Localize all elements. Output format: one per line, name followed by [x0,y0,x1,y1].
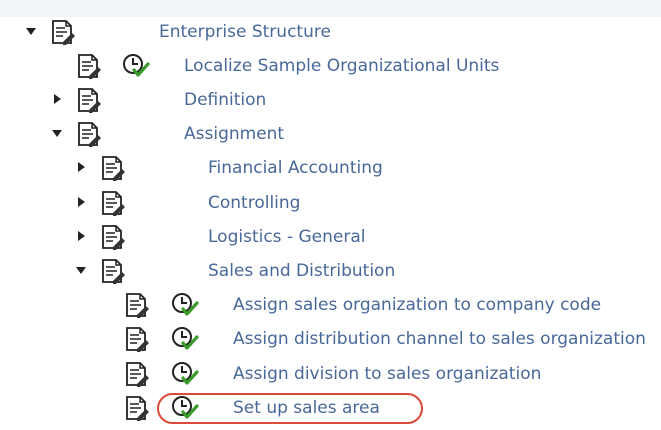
tree-node-assign-distribution-channel[interactable]: Assign distribution channel to sales org… [0,322,661,356]
document-icon [78,88,101,113]
tree-node-definition[interactable]: Definition [0,83,661,117]
execute-clock-check-icon[interactable] [122,53,150,79]
collapse-arrow-icon[interactable] [76,267,86,274]
tree-node-label: Financial Accounting [208,158,383,178]
execute-clock-check-icon[interactable] [171,292,199,318]
collapse-arrow-icon[interactable] [26,28,36,35]
tree-node-label: Assign sales organization to company cod… [233,295,602,315]
tree-node-label: Definition [184,90,267,110]
collapse-arrow-icon[interactable] [52,130,62,137]
document-icon [78,122,101,147]
document-icon [78,54,101,79]
tree-node-label: Sales and Distribution [208,261,396,281]
tree-node-label: Assign division to sales organization [233,364,542,384]
tree-node-label: Logistics - General [208,227,366,247]
tree-node-label: Assignment [184,124,285,144]
enterprise-structure-tree: Enterprise Structure Localize Sample Org… [0,0,661,430]
tree-node-enterprise-structure[interactable]: Enterprise Structure [0,15,661,49]
expand-arrow-icon[interactable] [78,197,85,207]
expand-arrow-icon[interactable] [78,162,85,172]
tree-node-sales-and-distribution[interactable]: Sales and Distribution [0,254,661,288]
tree-node-label: Controlling [208,193,301,213]
expand-arrow-icon[interactable] [78,231,85,241]
tree-node-label: Enterprise Structure [159,22,331,42]
document-icon [52,20,75,45]
document-icon [102,191,125,216]
execute-clock-check-icon[interactable] [171,326,199,352]
tree-node-financial-accounting[interactable]: Financial Accounting [0,151,661,185]
tree-node-assign-division[interactable]: Assign division to sales organization [0,357,661,391]
tree-node-logistics-general[interactable]: Logistics - General [0,220,661,254]
expand-arrow-icon[interactable] [54,94,61,104]
document-icon [102,156,125,181]
execute-clock-check-icon[interactable] [171,361,199,387]
document-icon [126,293,149,318]
document-icon [126,396,149,421]
tree-node-controlling[interactable]: Controlling [0,186,661,220]
tree-node-localize-sample-org-units[interactable]: Localize Sample Organizational Units [0,49,661,83]
document-icon [126,327,149,352]
tree-node-label: Localize Sample Organizational Units [184,56,500,76]
document-icon [126,362,149,387]
tree-node-assignment[interactable]: Assignment [0,117,661,151]
document-icon [102,225,125,250]
document-icon [102,259,125,284]
tree-node-label: Assign distribution channel to sales org… [233,329,646,349]
highlight-annotation-oval [157,393,423,424]
tree-node-assign-sales-org-to-company-code[interactable]: Assign sales organization to company cod… [0,288,661,322]
